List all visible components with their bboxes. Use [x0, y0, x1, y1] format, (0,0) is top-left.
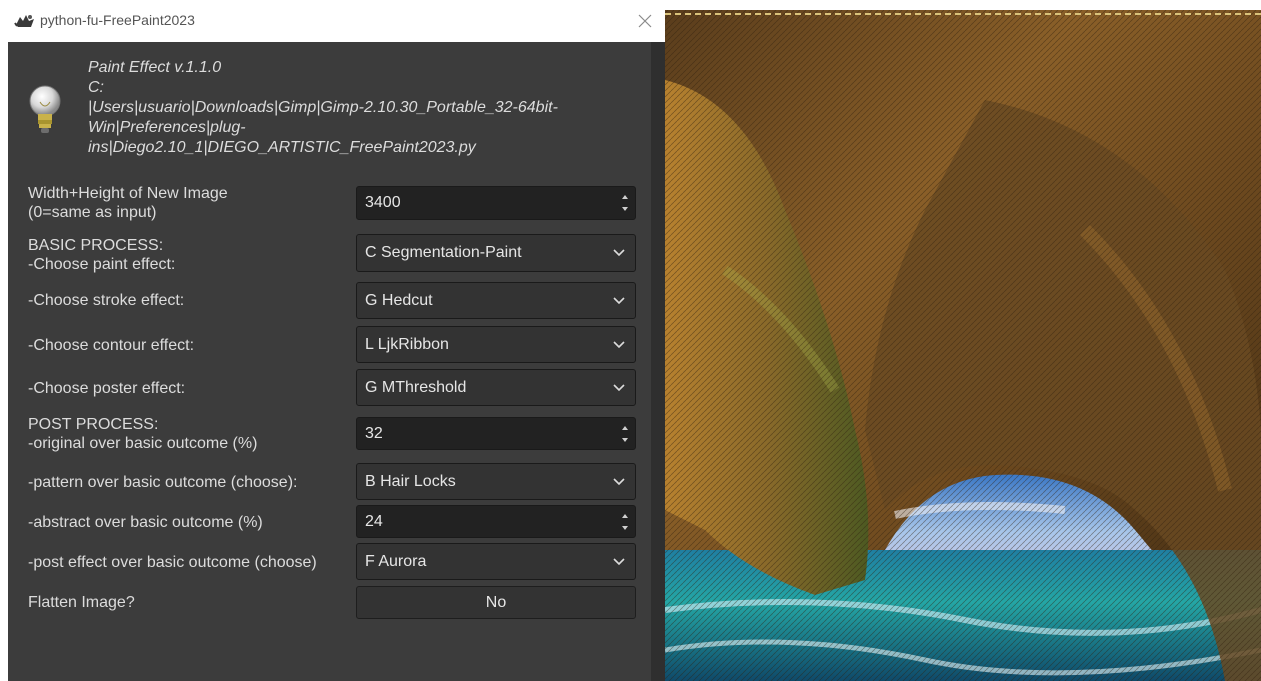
poster-effect-value: G MThreshold [365, 378, 467, 396]
plugin-path-line: C: [88, 79, 104, 96]
selection-marquee [665, 13, 1261, 15]
sea-cave-photo [665, 10, 1261, 681]
plugin-info-text: Paint Effect v.1.1.0 C: |Users|usuario|D… [88, 58, 643, 158]
paint-effect-select[interactable]: C Segmentation-Paint [356, 234, 636, 272]
image-canvas[interactable] [665, 10, 1261, 681]
flatten-label: Flatten Image? [28, 594, 135, 611]
dialog-panel: Paint Effect v.1.1.0 C: |Users|usuario|D… [8, 42, 651, 681]
chevron-down-icon [613, 383, 625, 391]
flatten-toggle-button[interactable]: No [356, 586, 636, 619]
abstract-percent-value: 24 [365, 512, 383, 530]
close-icon [638, 14, 652, 28]
close-button[interactable] [632, 8, 658, 34]
paint-effect-label: BASIC PROCESS: -Choose paint effect: [28, 237, 176, 273]
spin-down-icon [622, 207, 628, 211]
stroke-effect-value: G Hedcut [365, 291, 433, 309]
size-spinner[interactable]: 3400 [356, 186, 636, 220]
post-effect-label: -post effect over basic outcome (choose) [28, 554, 317, 571]
contour-effect-value: L LjkRibbon [365, 335, 449, 353]
plugin-name: Paint Effect v.1.1.0 [88, 59, 222, 76]
spin-down-icon [622, 438, 628, 442]
size-label: Width+Height of New Image (0=same as inp… [28, 185, 228, 221]
plugin-path-line: ins|Diego2.10_1|DIEGO_ARTISTIC_FreePaint… [88, 139, 476, 156]
contour-effect-label: -Choose contour effect: [28, 337, 195, 354]
paint-effect-value: C Segmentation-Paint [365, 244, 522, 261]
plugin-path-line: |Users|usuario|Downloads|Gimp|Gimp-2.10.… [88, 99, 558, 116]
scrollbar-track[interactable] [651, 42, 665, 681]
poster-effect-select[interactable]: G MThreshold [356, 369, 636, 406]
spin-arrows[interactable] [621, 422, 629, 445]
plugin-info: Paint Effect v.1.1.0 C: |Users|usuario|D… [8, 42, 651, 172]
spin-up-icon [622, 426, 628, 430]
spin-arrows[interactable] [621, 191, 629, 215]
post-effect-value: F Aurora [365, 552, 427, 570]
window-title: python-fu-FreePaint2023 [40, 12, 195, 28]
chevron-down-icon [613, 249, 625, 257]
spin-up-icon [622, 195, 628, 199]
abstract-percent-label: -abstract over basic outcome (%) [28, 514, 263, 531]
spin-arrows[interactable] [621, 510, 629, 533]
plugin-path-line: Win|Preferences|plug- [88, 119, 246, 136]
chevron-down-icon [613, 296, 625, 304]
pattern-label: -pattern over basic outcome (choose): [28, 474, 298, 491]
spin-down-icon [622, 526, 628, 530]
chevron-down-icon [613, 477, 625, 485]
plugin-dialog: python-fu-FreePaint2023 Paint Effect v.1… [0, 0, 665, 681]
pattern-value: B Hair Locks [365, 472, 456, 490]
size-value: 3400 [365, 194, 401, 211]
contour-effect-select[interactable]: L LjkRibbon [356, 326, 636, 363]
stroke-effect-label: -Choose stroke effect: [28, 292, 185, 309]
original-percent-spinner[interactable]: 32 [356, 417, 636, 450]
original-percent-label: POST PROCESS: -original over basic outco… [28, 416, 258, 452]
lightbulb-icon [29, 85, 61, 133]
gimp-wilber-icon [14, 15, 34, 27]
spin-up-icon [622, 514, 628, 518]
pattern-select[interactable]: B Hair Locks [356, 463, 636, 500]
chevron-down-icon [613, 340, 625, 348]
chevron-down-icon [613, 557, 625, 565]
poster-effect-label: -Choose poster effect: [28, 380, 186, 397]
post-effect-select[interactable]: F Aurora [356, 543, 636, 580]
stroke-effect-select[interactable]: G Hedcut [356, 282, 636, 319]
abstract-percent-spinner[interactable]: 24 [356, 505, 636, 538]
original-percent-value: 32 [365, 424, 383, 442]
title-bar: python-fu-FreePaint2023 [0, 0, 665, 42]
